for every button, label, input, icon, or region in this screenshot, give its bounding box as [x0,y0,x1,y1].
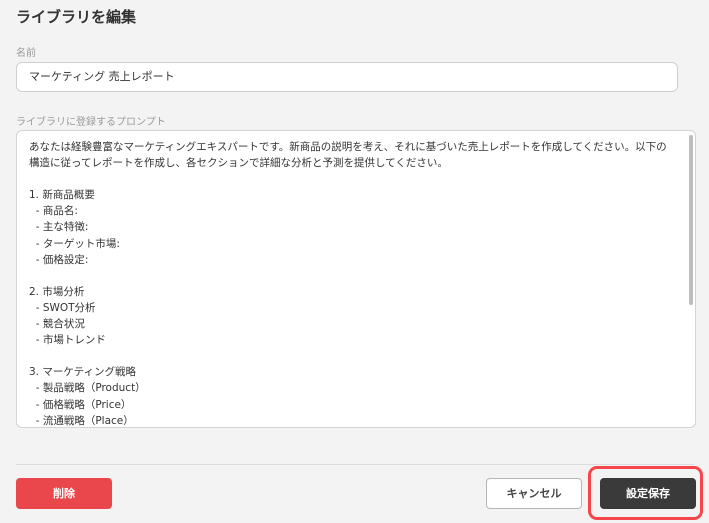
name-label: 名前 [16,48,36,59]
save-button[interactable]: 設定保存 [600,478,696,509]
delete-button[interactable]: 削除 [16,478,112,509]
prompt-textarea[interactable]: あなたは経験豊富なマーケティングエキスパートです。新商品の説明を考え、それに基づ… [16,130,696,428]
name-input[interactable]: マーケティング 売上レポート [16,62,678,92]
prompt-label: ライブラリに登録するプロンプト [16,117,166,128]
prompt-text[interactable]: あなたは経験豊富なマーケティングエキスパートです。新商品の説明を考え、それに基づ… [29,139,675,427]
dialog-title: ライブラリを編集 [16,8,137,26]
prompt-scrollbar[interactable] [689,135,693,305]
cancel-button[interactable]: キャンセル [486,478,582,509]
footer-divider [16,464,694,465]
